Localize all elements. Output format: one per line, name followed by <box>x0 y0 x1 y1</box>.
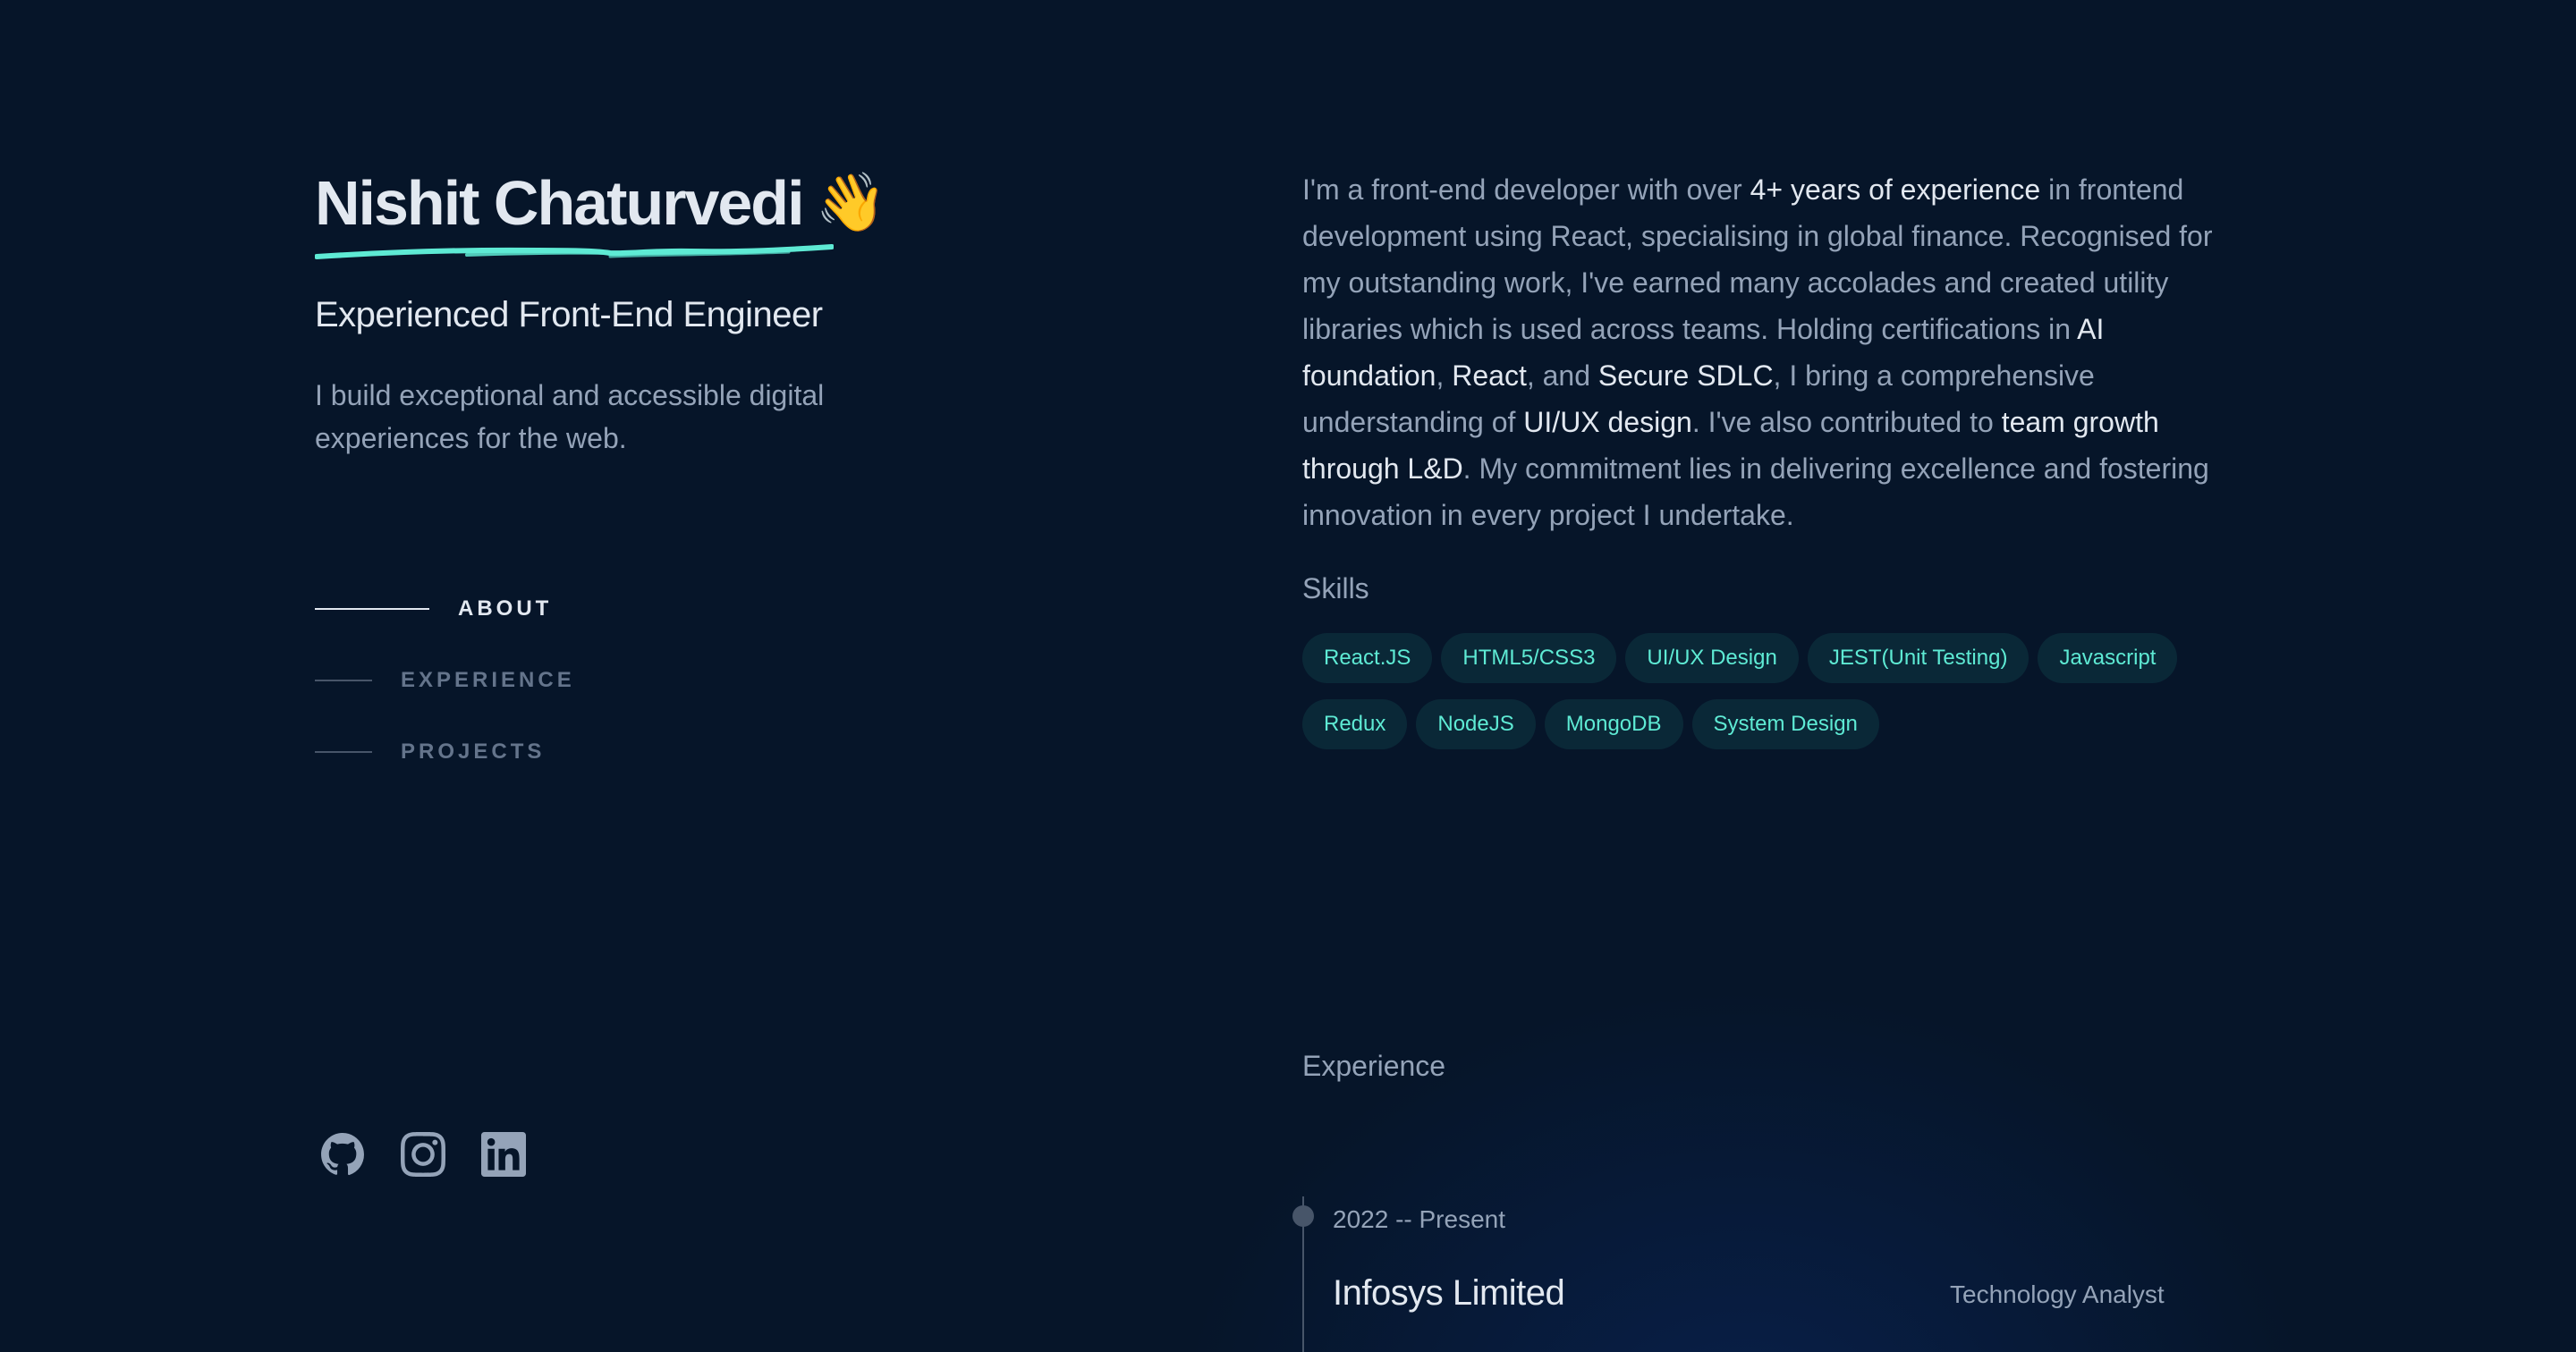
page-title: Nishit Chaturvedi <box>315 168 805 238</box>
left-column: Nishit Chaturvedi 👋 Experienced Front-En… <box>315 0 1120 1352</box>
skill-chip: HTML5/CSS3 <box>1441 633 1617 683</box>
nav-indicator-line <box>315 608 429 610</box>
about-highlight-text: 4+ years of experience <box>1750 173 2041 206</box>
skills-list: React.JS HTML5/CSS3 UI/UX Design JEST(Unit … <box>1302 633 2250 749</box>
social-links <box>320 1132 526 1177</box>
skill-chip: Redux <box>1302 699 1408 749</box>
tagline: I build exceptional and accessible digit… <box>315 379 825 454</box>
about-highlight-text: Secure SDLC <box>1597 359 1774 392</box>
skill-chip: JEST(Unit Testing) <box>1807 633 2029 683</box>
about-highlight-text: React <box>1452 359 1527 392</box>
skill-chip: NodeJS <box>1416 699 1536 749</box>
nav-indicator-line <box>315 680 372 681</box>
skill-chip: React.JS <box>1302 633 1433 683</box>
about-text-segment: , <box>1436 359 1453 392</box>
instagram-icon[interactable] <box>401 1132 445 1177</box>
skill-chip: Javascript <box>2038 633 2178 683</box>
nav-indicator-line <box>315 751 372 753</box>
github-icon[interactable] <box>320 1132 365 1177</box>
about-highlight-text: UI/UX design <box>1523 406 1692 438</box>
linkedin-icon[interactable] <box>481 1132 526 1177</box>
nav-item-projects[interactable]: PROJECTS <box>315 730 575 774</box>
experience-heading: Experience <box>1302 1050 1446 1082</box>
about-text-segment: , and <box>1526 359 1598 392</box>
nav-item-label: EXPERIENCE <box>401 668 575 692</box>
job-title: Experienced Front-End Engineer <box>315 295 823 334</box>
name-row: Nishit Chaturvedi 👋 <box>315 163 886 243</box>
experience-role: Technology Analyst <box>1950 1280 2165 1308</box>
nav-item-label: PROJECTS <box>401 739 546 764</box>
experience-period: 2022 -- Present <box>1333 1205 1505 1233</box>
skill-chip: MongoDB <box>1544 699 1683 749</box>
about-text-segment: I'm a front-end developer with over <box>1302 173 1750 206</box>
about-paragraph: I'm a front-end developer with over 4+ y… <box>1302 166 2241 538</box>
section-nav: ABOUT EXPERIENCE PROJECTS <box>315 587 575 801</box>
experience-company: Infosys Limited <box>1333 1273 1565 1313</box>
skill-chip: UI/UX Design <box>1625 633 1799 683</box>
nav-item-about[interactable]: ABOUT <box>315 587 575 631</box>
timeline-dot <box>1292 1205 1314 1227</box>
about-text-segment: . I've also contributed to <box>1691 406 2002 438</box>
name-underline-decoration <box>315 244 834 259</box>
nav-item-experience[interactable]: EXPERIENCE <box>315 658 575 703</box>
waving-hand-icon: 👋 <box>815 170 887 236</box>
skills-heading: Skills <box>1302 572 1369 604</box>
nav-item-label: ABOUT <box>458 596 553 621</box>
skill-chip: System Design <box>1691 699 1879 749</box>
